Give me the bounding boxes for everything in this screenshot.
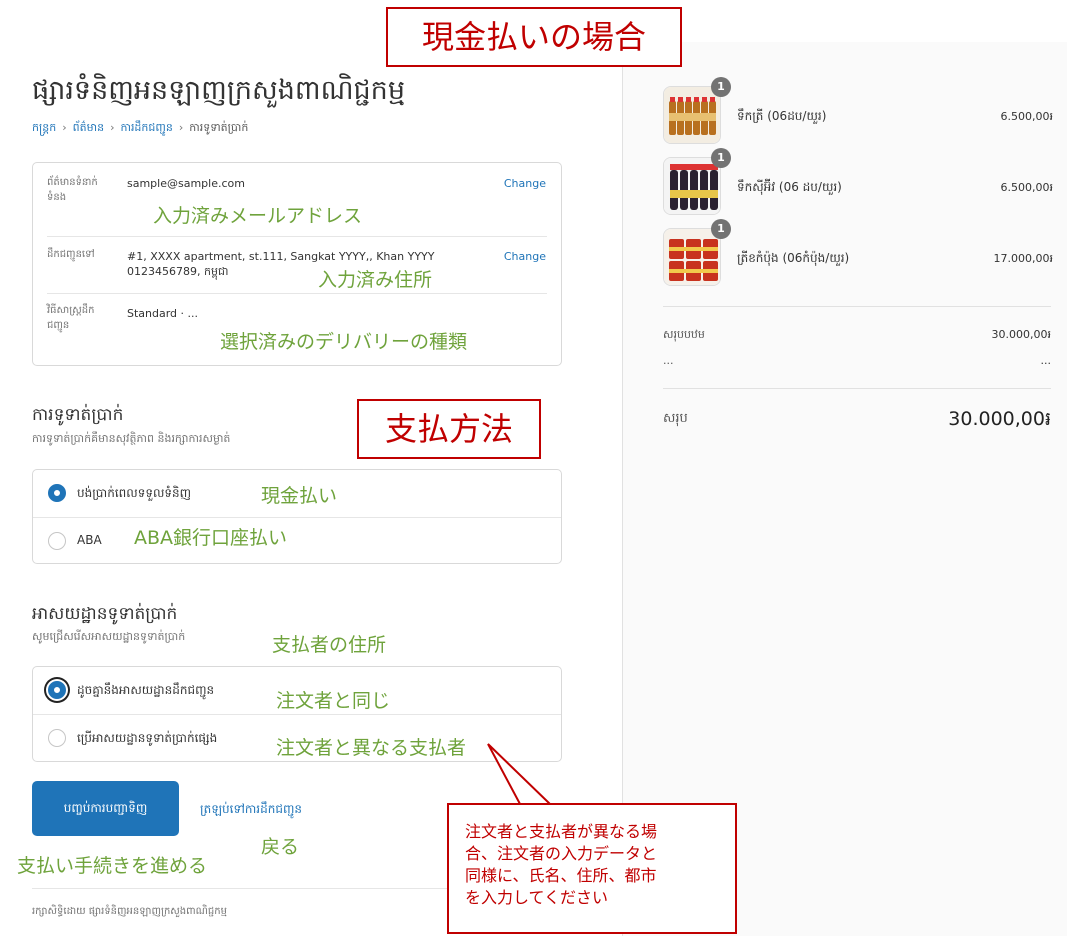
annotation-payer-address: 支払者の住所	[272, 634, 387, 656]
annotation-aba: ABA銀行口座払い	[134, 527, 288, 549]
quantity-badge: 1	[711, 148, 731, 168]
change-address-link[interactable]: Change	[504, 250, 546, 263]
order-item: 1 ទឹកត្រី (06ដប/យួរ) 6.500,00៛	[663, 77, 1053, 146]
total-value: 30.000,00៛	[948, 408, 1051, 430]
callout-pointer	[487, 743, 553, 805]
annotation-same: 注文者と同じ	[276, 690, 391, 712]
chevron-right-icon: ›	[110, 121, 115, 134]
payment-title: ការទូទាត់ប្រាក់	[32, 405, 124, 425]
annotation-proceed: 支払い手続きを進める	[17, 855, 208, 877]
item-price: 6.500,00៛	[1000, 110, 1053, 123]
order-item: 1 ត្រីខកំប៉ុង (06កំប៉ុង/យួរ) 17.000,00៛	[663, 219, 1053, 288]
annotation-cash: 現金払い	[261, 485, 338, 507]
subtotal-row: សរុបបឋម 30.000,00៛	[663, 328, 1051, 344]
item-name: ទឹកស៊ីអ៊ីវ (06 ដប/យួរ)	[737, 180, 842, 194]
divider	[47, 236, 547, 237]
radio-unselected[interactable]	[48, 532, 66, 550]
complete-order-button[interactable]: បញ្ចប់ការបញ្ជាទិញ	[32, 781, 179, 836]
item-price: 17.000,00៛	[993, 252, 1053, 265]
item-price: 6.500,00៛	[1000, 181, 1053, 194]
breadcrumb-payment: ការទូទាត់ប្រាក់	[189, 121, 249, 134]
order-summary: 1 ទឹកត្រី (06ដប/យួរ) 6.500,00៛ 1 ទឹកស៊ីអ…	[622, 42, 1067, 936]
shipping-row: ... ...	[663, 354, 1051, 367]
chevron-right-icon: ›	[62, 121, 67, 134]
contact-label: ព័ត៌មានទំនាក់ទំនង	[47, 177, 98, 203]
breadcrumb-shipping[interactable]: ការដឹកជញ្ជូន	[120, 121, 172, 134]
shipping-method-label: វិធីសាស្ត្រដឹកជញ្ជូន	[47, 305, 95, 331]
billing-subtitle: សូមជ្រើសរើសអាសយដ្ឋានទូទាត់ប្រាក់	[32, 630, 186, 643]
payment-option-label: បង់ប្រាក់ពេលទទួលទំនិញ	[77, 486, 192, 500]
breadcrumb: កន្ត្រក › ព័ត៌មាន › ការដឹកជញ្ជូន › ការទូទាត់ប្…	[32, 121, 248, 137]
payment-subtitle: ការទូទាត់ប្រាក់គឺមានសុវត្ថិភាព និងរក្សាក…	[32, 432, 231, 445]
ship-to-label: ដឹកជញ្ជូនទៅ	[47, 249, 95, 260]
divider	[663, 306, 1051, 307]
annotation-payment-method: 支払方法	[357, 399, 541, 459]
billing-title: អាសយដ្ឋានទូទាត់ប្រាក់	[32, 604, 178, 624]
quantity-badge: 1	[711, 219, 731, 239]
breadcrumb-info[interactable]: ព័ត៌មាន	[73, 121, 104, 134]
annotation-callout: 注文者と支払者が異なる場 合、注文者の入力データと 同様に、氏名、住所、都市 を…	[447, 803, 737, 934]
divider	[47, 293, 547, 294]
quantity-badge: 1	[711, 77, 731, 97]
annotation-back: 戻る	[261, 836, 300, 858]
canned-fish-image	[663, 228, 721, 286]
radio-selected[interactable]	[48, 484, 66, 502]
return-to-shipping-link[interactable]: ត្រឡប់ទៅការដឹកជញ្ជូន	[200, 801, 302, 819]
order-item: 1 ទឹកស៊ីអ៊ីវ (06 ដប/យួរ) 6.500,00៛	[663, 148, 1053, 217]
payment-option-label: ABA	[77, 533, 102, 547]
breadcrumb-cart[interactable]: កន្ត្រក	[32, 121, 56, 134]
radio-unselected[interactable]	[48, 729, 66, 747]
callout-line: 注文者と支払者が異なる場	[465, 822, 658, 841]
annotation-email: 入力済みメールアドレス	[153, 205, 363, 227]
soy-sauce-image	[663, 157, 721, 215]
shipping-value: ...	[1040, 354, 1052, 367]
change-contact-link[interactable]: Change	[504, 177, 546, 190]
chevron-right-icon: ›	[178, 121, 184, 134]
divider	[663, 388, 1051, 389]
item-name: ទឹកត្រី (06ដប/យួរ)	[737, 109, 827, 123]
fish-sauce-image	[663, 86, 721, 144]
billing-option-label: ប្រើអាសយដ្ឋានទូទាត់ប្រាក់ផ្សេង	[77, 731, 218, 745]
callout-line: 合、注文者の入力データと	[465, 844, 658, 863]
shipping-method-value: Standard · ...	[127, 307, 199, 320]
ship-to-line2: 0123456789, កម្ពុជា	[127, 265, 229, 278]
item-name: ត្រីខកំប៉ុង (06កំប៉ុង/យួរ)	[737, 251, 850, 265]
subtotal-label: សរុបបឋម	[663, 328, 705, 341]
billing-option-label: ដូចគ្នានឹងអាសយដ្ឋានដឹកជញ្ជូន	[77, 683, 215, 697]
callout-line: 同様に、氏名、住所、都市	[465, 866, 657, 885]
annotation-delivery: 選択済みのデリバリーの種類	[220, 331, 468, 353]
ship-to-line1: #1, XXXX apartment, st.111, Sangkat YYYY…	[127, 250, 435, 263]
annotation-address: 入力済み住所	[318, 269, 433, 291]
callout-line: を入力してください	[465, 888, 609, 907]
footer-copyright: រក្សាសិទ្ធិដោយ ផ្សារទំនិញអនឡាញក្រសួងពាណិ…	[32, 906, 227, 917]
annotation-different: 注文者と異なる支払者	[276, 737, 467, 759]
annotation-header: 現金払いの場合	[386, 7, 682, 67]
subtotal-value: 30.000,00៛	[991, 328, 1051, 341]
contact-value: sample@sample.com	[127, 177, 245, 190]
total-row: សរុប 30.000,00៛	[663, 408, 1051, 430]
radio-selected[interactable]	[48, 681, 66, 699]
total-label: សរុប	[663, 411, 688, 426]
store-name: ផ្សារទំនិញអនឡាញក្រសួងពាណិជ្ជកម្ម	[32, 75, 405, 106]
shipping-label: ...	[663, 354, 674, 367]
payment-option-aba[interactable]: ABA	[33, 518, 561, 564]
